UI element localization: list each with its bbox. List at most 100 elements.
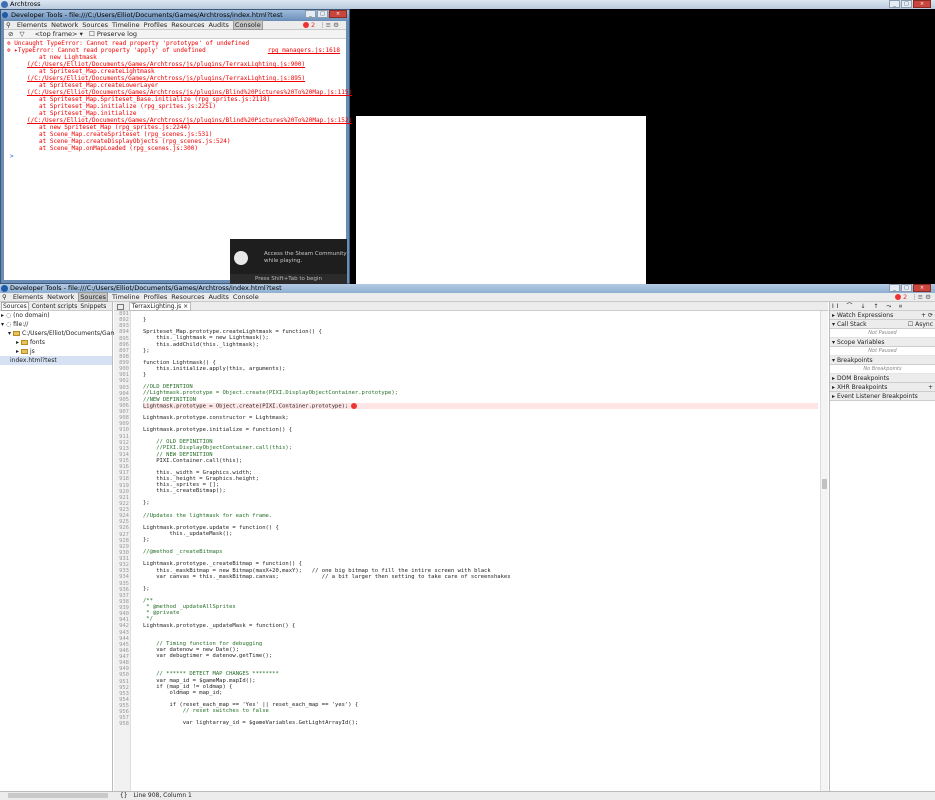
minimize-button[interactable]: _ [305, 10, 316, 18]
chevron-down-icon[interactable]: ▾ [8, 330, 11, 337]
error-marker-icon[interactable] [351, 402, 358, 409]
tab-network[interactable]: Network [51, 21, 78, 29]
pause-on-exceptions-icon[interactable]: ⏸ [899, 303, 905, 310]
tab-elements[interactable]: Elements [17, 21, 47, 29]
chevron-right-icon[interactable]: ▸ [832, 375, 835, 382]
nav-tab-snippets[interactable]: Snippets [80, 303, 106, 310]
close-button[interactable]: × [329, 10, 347, 18]
nav-tab-content-scripts[interactable]: Content scripts [32, 303, 78, 310]
error-icon: ⊗ [7, 40, 11, 47]
clear-icon[interactable]: ⊘ [8, 30, 13, 38]
step-into-icon[interactable]: ↓ [860, 303, 868, 310]
tab-resources[interactable]: Resources [171, 21, 204, 29]
tab-profiles[interactable]: Profiles [144, 21, 168, 29]
tab-console[interactable]: Console [232, 20, 263, 30]
chevron-right-icon[interactable]: ▸ [832, 384, 835, 391]
tab-audits[interactable]: Audits [208, 293, 228, 301]
add-refresh-icons[interactable]: + ⟳ [921, 311, 933, 320]
status-bar: {} Line 908, Column 1 [0, 791, 935, 800]
chevron-down-icon[interactable]: ▾ [1, 321, 4, 328]
tab-resources[interactable]: Resources [171, 293, 204, 301]
line-numbers[interactable]: 891 892 893 894 895 896 897 898 899 900 901 902 903 9… [114, 311, 131, 791]
tree-item[interactable]: index.html?test [0, 356, 112, 365]
console-prompt[interactable]: > [4, 153, 346, 160]
navigator-tabs: Sources Content scripts Snippets [0, 302, 112, 311]
editor-scrollbar[interactable] [820, 311, 828, 791]
chevron-down-icon[interactable]: ▾ [832, 357, 835, 364]
step-out-icon[interactable]: ↑ [873, 303, 881, 310]
chevron-down-icon[interactable]: ▾ [832, 321, 835, 328]
sidebar-pane-header[interactable]: ▸ Watch Expressions + ⟳ [830, 311, 935, 320]
close-button[interactable]: × [913, 0, 931, 8]
async-checkbox[interactable]: ☐ Async [908, 320, 933, 329]
tab-sources[interactable]: Sources [78, 292, 109, 302]
deactivate-breakpoints-icon[interactable]: ⤳ [886, 303, 894, 310]
tree-item[interactable]: ▸ ◌ (no domain) [0, 311, 112, 320]
sidebar-pane-empty: Not Paused [830, 347, 935, 356]
sidebar-pane-header[interactable]: ▸ Event Listener Breakpoints [830, 392, 935, 401]
minimize-button[interactable]: _ [889, 0, 900, 8]
sidebar-pane-header[interactable]: ▸ DOM Breakpoints [830, 374, 935, 383]
code-content[interactable]: } Spriteset_Map.prototype.createLightmask… [143, 311, 818, 791]
tab-timeline[interactable]: Timeline [112, 21, 140, 29]
search-icon[interactable]: ⚲ [6, 21, 11, 29]
steam-overlay-toast[interactable]: Access the Steam Community while playing.… [230, 239, 347, 285]
close-button[interactable]: × [913, 284, 931, 292]
code-line[interactable]: var lightarray_id = $gameVariables.GetLi… [143, 720, 818, 726]
tab-console[interactable]: Console [233, 293, 259, 301]
console-error-line: (/C:/Users/Elliot/Documents/Games/Archtr… [27, 117, 353, 124]
console-error-line: at Scene_Map.createSpriteset (rpg_scenes… [39, 131, 213, 138]
error-count-badge[interactable]: 2 ⋮≡ ⚙ [894, 293, 931, 302]
pretty-print-icon[interactable]: {} [120, 792, 128, 799]
maximize-button[interactable]: □ [317, 10, 328, 18]
sidebar-pane-header[interactable]: ▸ XHR Breakpoints + [830, 383, 935, 392]
chevron-down-icon[interactable]: ▾ [80, 30, 83, 38]
devtools-tabs: ⚲ Elements Network Sources Timeline Profiles… [4, 20, 346, 30]
tab-sources[interactable]: Sources [82, 21, 108, 29]
frame-selector[interactable]: <top frame> [35, 30, 78, 38]
scrollbar-left[interactable] [8, 793, 108, 798]
tab-elements[interactable]: Elements [13, 293, 43, 301]
expand-icon[interactable]: ⊗ ▸ [7, 47, 18, 54]
sidebar-pane-header[interactable]: ▾ Breakpoints [830, 356, 935, 365]
search-icon[interactable]: ⚲ [2, 293, 7, 301]
tree-item[interactable]: ▸ js [0, 347, 112, 356]
console-error-line: ⊗ Uncaught TypeError: Cannot read proper… [7, 40, 250, 47]
minimize-button[interactable]: _ [889, 284, 900, 292]
tab-audits[interactable]: Audits [208, 21, 228, 29]
console-error-line: at Spriteset_Map.createLightmask [39, 68, 155, 75]
error-count-badge[interactable]: 2 ⋮≡ ⚙ [302, 21, 339, 30]
add-icon[interactable]: + [928, 383, 933, 392]
chevron-down-icon[interactable]: ▾ [832, 339, 835, 346]
tab-network[interactable]: Network [47, 293, 74, 301]
nav-tab-sources[interactable]: Sources [1, 302, 29, 311]
maximize-button[interactable]: □ [901, 0, 912, 8]
chevron-right-icon[interactable]: ▸ [1, 312, 4, 319]
sidebar-pane-header[interactable]: ▾ Scope Variables [830, 338, 935, 347]
devtools-title-bar: Developer Tools - file:///C:/Users/Ellio… [0, 284, 935, 293]
toggle-navigator-icon[interactable] [117, 303, 124, 310]
tab-timeline[interactable]: Timeline [112, 293, 140, 301]
console-error-line: at Spriteset_Map.initialize [39, 110, 137, 117]
filter-icon[interactable]: ▽ [20, 30, 25, 38]
maximize-button[interactable]: □ [901, 284, 912, 292]
chevron-right-icon[interactable]: ▸ [16, 339, 19, 346]
scroll-thumb[interactable] [822, 479, 827, 489]
sidebar-pane-header[interactable]: ▾ Call Stack ☐ Async [830, 320, 935, 329]
preserve-log-checkbox[interactable]: ☐ [89, 30, 95, 38]
file-tab[interactable]: TerraxLighting.js × [128, 302, 192, 311]
tree-item[interactable]: ▾ C:/Users/Elliot/Documents/Game [0, 329, 120, 338]
tree-item[interactable]: ▾ ◌ file:// [0, 320, 112, 329]
chrome-icon [2, 12, 8, 18]
chevron-right-icon[interactable]: ▸ [16, 348, 19, 355]
line-number[interactable]: 958 [114, 721, 129, 727]
chevron-right-icon[interactable]: ▸ [832, 312, 835, 319]
tab-profiles[interactable]: Profiles [144, 293, 168, 301]
chevron-right-icon[interactable]: ▸ [832, 393, 835, 400]
console-error-line: at new Lightmask [39, 54, 97, 61]
pause-icon[interactable]: II [832, 303, 842, 310]
cursor-position: Line 908, Column 1 [133, 792, 192, 799]
tree-item[interactable]: ▸ fonts [0, 338, 112, 347]
step-over-icon[interactable]: ⌒ [846, 303, 855, 310]
console-error-line: (/C:/Users/Elliot/Documents/Games/Archtr… [27, 89, 353, 96]
